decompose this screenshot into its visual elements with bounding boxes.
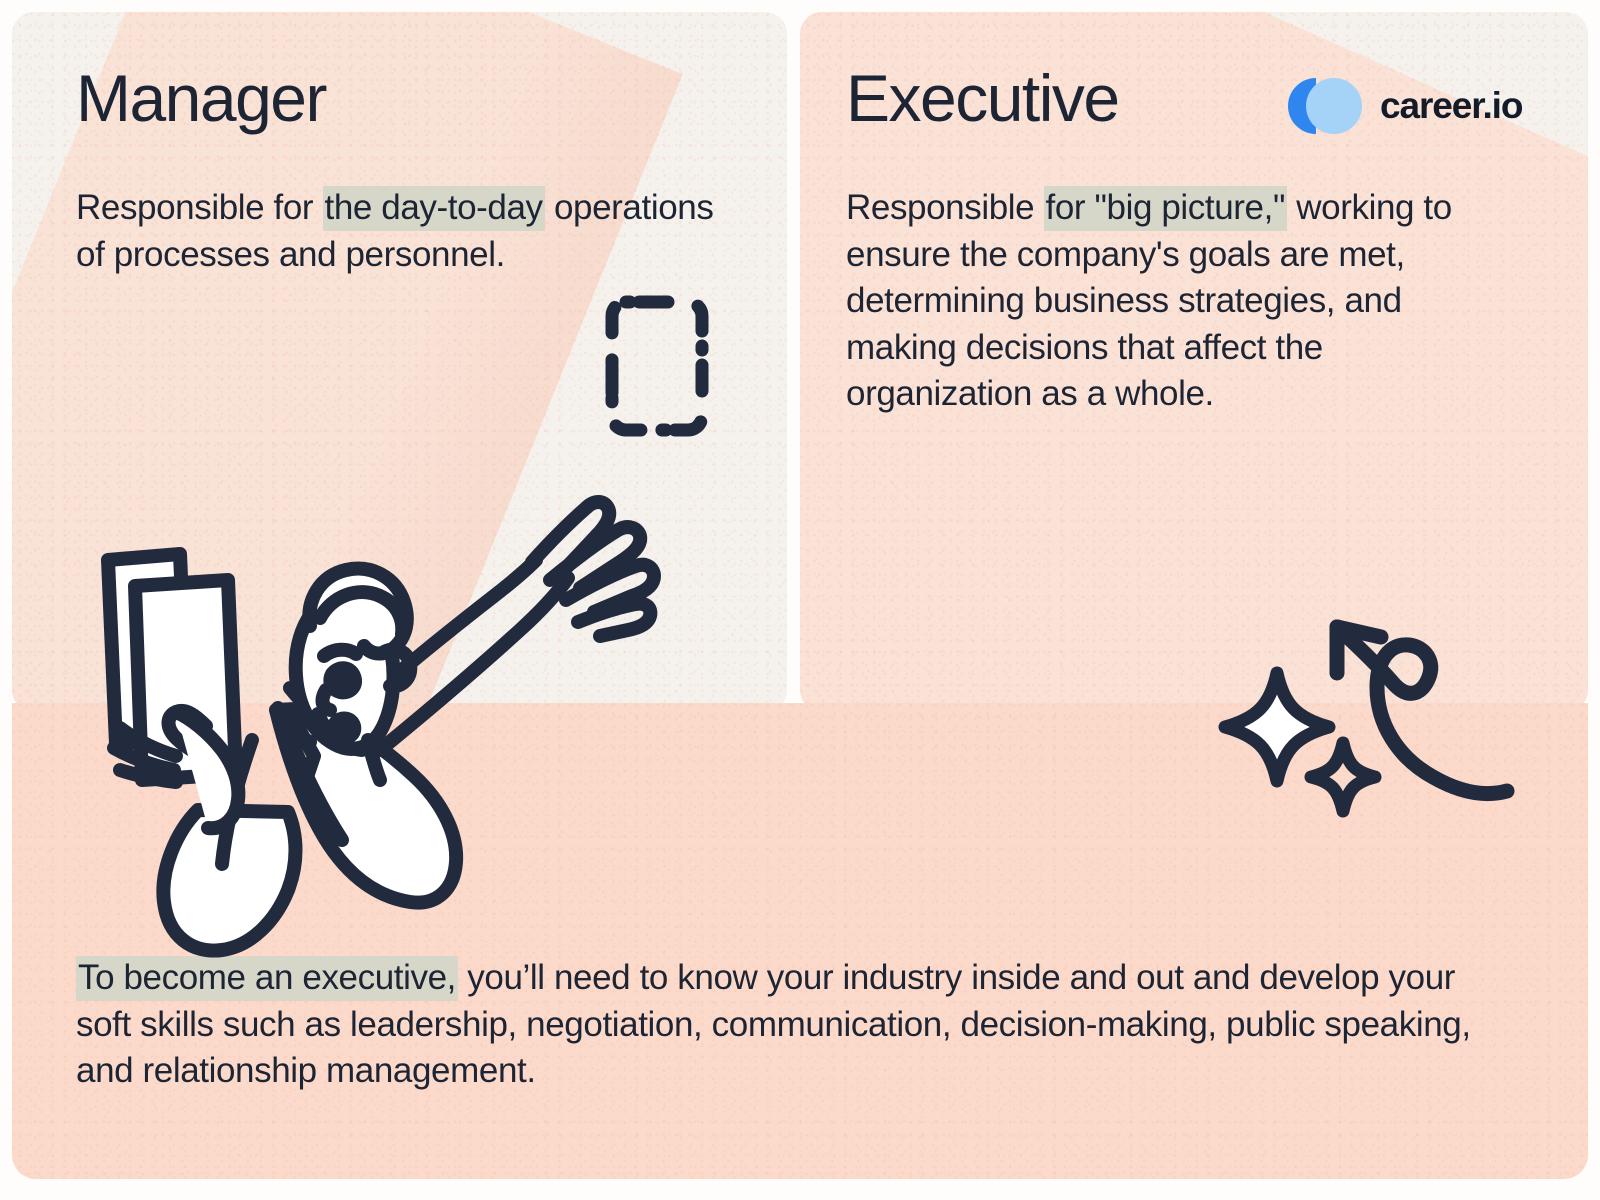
footer-description: To become an executive, you’ll need to k… (76, 955, 1496, 1095)
infographic-canvas: Manager Executive Responsible for the da… (0, 0, 1600, 1200)
illustration-svg (101, 495, 661, 958)
executive-description: Responsible for "big picture," working t… (846, 185, 1486, 418)
career-io-logo-icon (1288, 78, 1362, 134)
sparkle-large-icon (1218, 666, 1336, 788)
manager-description: Responsible for the day-to-day operation… (76, 185, 716, 278)
dashed-square-svg (605, 295, 709, 437)
manager-description-prefix: Responsible for (76, 188, 323, 227)
manager-description-highlight: the day-to-day (322, 186, 545, 231)
brand-logo[interactable]: career.io (1288, 78, 1523, 134)
executive-description-highlight: for "big picture," (1043, 186, 1287, 231)
sparkle-small-icon (1304, 736, 1382, 818)
executive-heading: Executive (846, 61, 1120, 135)
brand-name: career.io (1380, 85, 1523, 126)
manager-heading: Manager (76, 61, 328, 135)
executive-description-prefix: Responsible (846, 188, 1044, 227)
dashed-square-icon (600, 290, 720, 455)
reaching-person-illustration (80, 450, 760, 975)
sparkle-arrow-svg (1218, 619, 1515, 818)
decorative-sparkle-arrow-group (1185, 565, 1585, 830)
logo-mark-svg (1288, 78, 1362, 134)
